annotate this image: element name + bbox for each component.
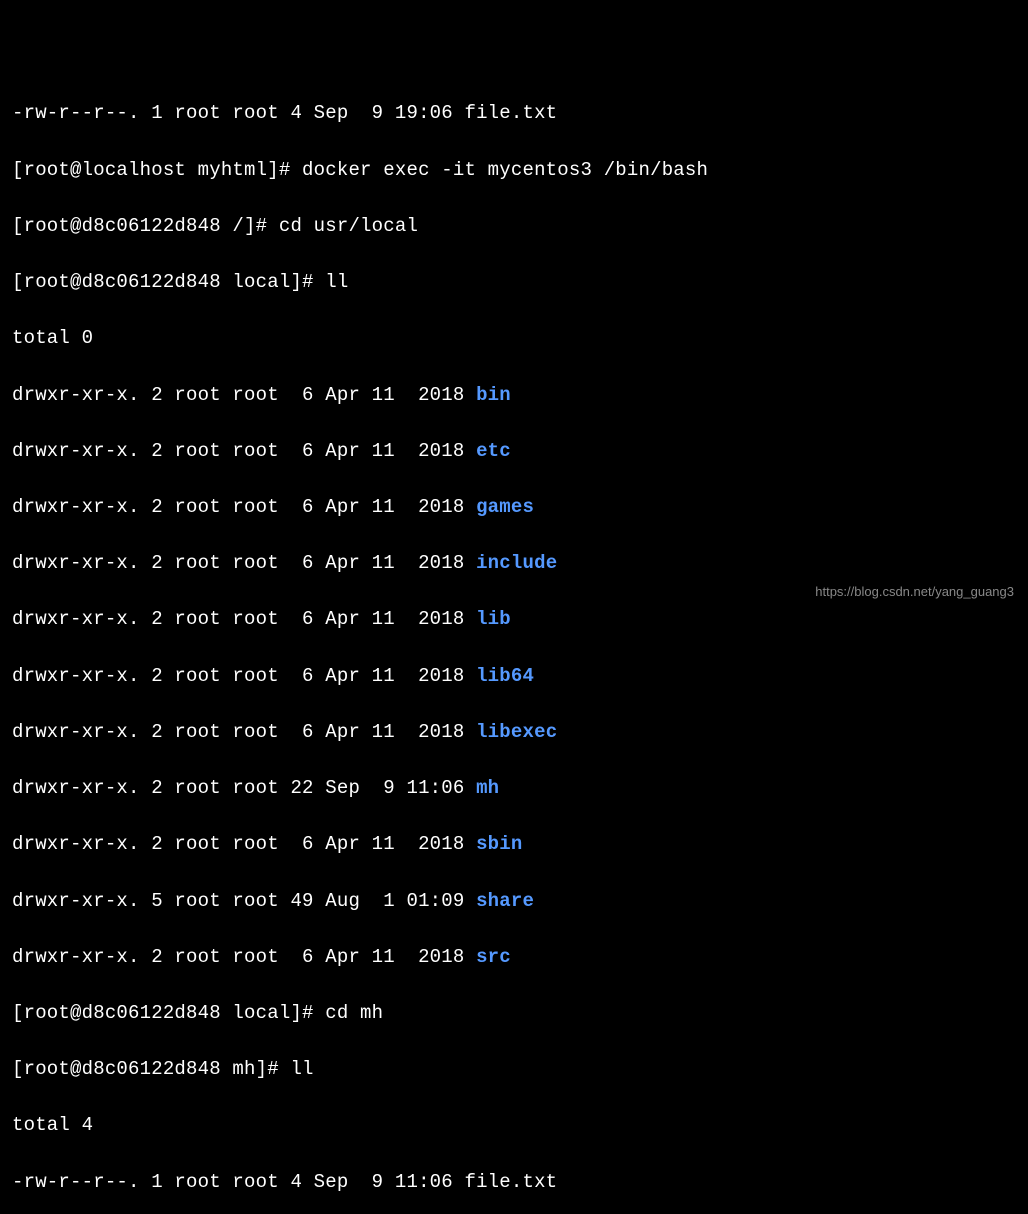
- ls-entry-meta: drwxr-xr-x. 2 root root 22 Sep 9 11:06: [12, 777, 476, 799]
- ls-entry-meta: drwxr-xr-x. 2 root root 6 Apr 11 2018: [12, 833, 476, 855]
- ls-entry-meta: drwxr-xr-x. 2 root root 6 Apr 11 2018: [12, 608, 476, 630]
- directory-name: sbin: [476, 833, 522, 855]
- directory-name: src: [476, 946, 511, 968]
- terminal-line: drwxr-xr-x. 2 root root 22 Sep 9 11:06 m…: [12, 774, 1016, 802]
- shell-prompt: [root@d8c06122d848 local]#: [12, 271, 325, 293]
- ls-entry-meta: drwxr-xr-x. 2 root root 6 Apr 11 2018: [12, 552, 476, 574]
- shell-prompt: [root@d8c06122d848 local]#: [12, 1002, 325, 1024]
- command-text: cd mh: [325, 1002, 383, 1024]
- command-text: docker exec -it mycentos3 /bin/bash: [302, 159, 708, 181]
- terminal-line: drwxr-xr-x. 2 root root 6 Apr 11 2018 li…: [12, 662, 1016, 690]
- directory-name: bin: [476, 384, 511, 406]
- directory-name: etc: [476, 440, 511, 462]
- directory-name: share: [476, 890, 534, 912]
- terminal-line: total 4: [12, 1111, 1016, 1139]
- terminal-line: drwxr-xr-x. 5 root root 49 Aug 1 01:09 s…: [12, 887, 1016, 915]
- terminal-line: drwxr-xr-x. 2 root root 6 Apr 11 2018 li…: [12, 718, 1016, 746]
- terminal-line: -rw-r--r--. 1 root root 4 Sep 9 11:06 fi…: [12, 1168, 1016, 1196]
- command-text: cd usr/local: [279, 215, 418, 237]
- terminal-line: [root@d8c06122d848 local]# cd mh: [12, 999, 1016, 1027]
- directory-name: lib: [476, 608, 511, 630]
- ls-entry-meta: drwxr-xr-x. 2 root root 6 Apr 11 2018: [12, 440, 476, 462]
- ls-entry-meta: drwxr-xr-x. 2 root root 6 Apr 11 2018: [12, 496, 476, 518]
- directory-name: games: [476, 496, 534, 518]
- terminal-line: drwxr-xr-x. 2 root root 6 Apr 11 2018 sr…: [12, 943, 1016, 971]
- shell-prompt: [root@localhost myhtml]#: [12, 159, 302, 181]
- terminal-line: [root@d8c06122d848 local]# ll: [12, 268, 1016, 296]
- watermark-text: https://blog.csdn.net/yang_guang3: [815, 582, 1014, 601]
- terminal-line: drwxr-xr-x. 2 root root 6 Apr 11 2018 et…: [12, 437, 1016, 465]
- directory-name: lib64: [476, 665, 534, 687]
- ls-entry-meta: drwxr-xr-x. 5 root root 49 Aug 1 01:09: [12, 890, 476, 912]
- directory-name: libexec: [476, 721, 557, 743]
- shell-prompt: [root@d8c06122d848 mh]#: [12, 1058, 290, 1080]
- ls-entry-meta: drwxr-xr-x. 2 root root 6 Apr 11 2018: [12, 721, 476, 743]
- output-text: total 4: [12, 1114, 93, 1136]
- ls-entry-meta: drwxr-xr-x. 2 root root 6 Apr 11 2018: [12, 384, 476, 406]
- command-text: ll: [325, 271, 348, 293]
- terminal-line: [root@d8c06122d848 /]# cd usr/local: [12, 212, 1016, 240]
- command-text: ll: [290, 1058, 313, 1080]
- output-text: -rw-r--r--. 1 root root 4 Sep 9 11:06 fi…: [12, 1171, 557, 1193]
- terminal-line: total 0: [12, 324, 1016, 352]
- output-text: total 0: [12, 327, 93, 349]
- directory-name: mh: [476, 777, 499, 799]
- shell-prompt: [root@d8c06122d848 /]#: [12, 215, 279, 237]
- terminal-line: [root@d8c06122d848 mh]# ll: [12, 1055, 1016, 1083]
- ls-entry-meta: drwxr-xr-x. 2 root root 6 Apr 11 2018: [12, 665, 476, 687]
- terminal-line: -rw-r--r--. 1 root root 4 Sep 9 19:06 fi…: [12, 99, 1016, 127]
- directory-name: include: [476, 552, 557, 574]
- ls-entry-meta: drwxr-xr-x. 2 root root 6 Apr 11 2018: [12, 946, 476, 968]
- terminal-line: drwxr-xr-x. 2 root root 6 Apr 11 2018 in…: [12, 549, 1016, 577]
- output-text: -rw-r--r--. 1 root root 4 Sep 9 19:06 fi…: [12, 102, 557, 124]
- terminal-line: drwxr-xr-x. 2 root root 6 Apr 11 2018 ga…: [12, 493, 1016, 521]
- terminal-line: drwxr-xr-x. 2 root root 6 Apr 11 2018 sb…: [12, 830, 1016, 858]
- terminal-line: drwxr-xr-x. 2 root root 6 Apr 11 2018 li…: [12, 605, 1016, 633]
- terminal-line: [root@localhost myhtml]# docker exec -it…: [12, 156, 1016, 184]
- terminal-line: drwxr-xr-x. 2 root root 6 Apr 11 2018 bi…: [12, 381, 1016, 409]
